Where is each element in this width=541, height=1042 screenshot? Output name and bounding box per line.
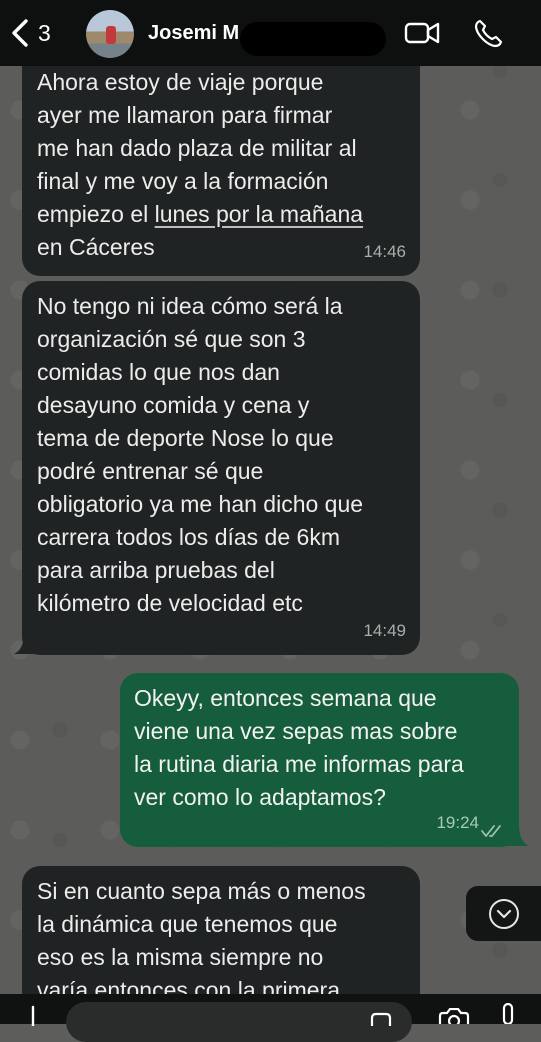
- scroll-to-bottom-button[interactable]: [466, 886, 541, 941]
- message-line: empiezo el lunes por la mañana: [37, 198, 420, 231]
- message-line: Okeyy, entonces semana que: [134, 685, 437, 711]
- message-text: empiezo el: [37, 201, 155, 227]
- contact-name[interactable]: Josemi M: [148, 22, 239, 45]
- message-bubble-incoming[interactable]: No tengo ni idea cómo será la organizaci…: [22, 281, 420, 655]
- message-line: comidas lo que nos dan: [37, 359, 280, 385]
- message-line: me han dado plaza de militar al: [37, 135, 357, 161]
- message-line: podré entrenar sé que: [37, 458, 264, 484]
- video-call-button[interactable]: [404, 18, 442, 53]
- message-time: 19:24: [436, 813, 479, 832]
- voice-call-button[interactable]: [472, 18, 504, 55]
- date-link[interactable]: lunes por la mañana: [155, 201, 363, 227]
- camera-icon[interactable]: [437, 1008, 471, 1024]
- chat-header: 3 Josemi M: [0, 0, 541, 66]
- bubble-tail: [14, 632, 40, 654]
- phone-icon: [474, 19, 503, 48]
- message-line: ayer me llamaron para firmar: [37, 102, 333, 128]
- message-line: desayuno comida y cena y: [37, 392, 310, 418]
- message-time: 14:49: [363, 621, 406, 640]
- message-line: carrera todos los días de 6km: [37, 524, 340, 550]
- back-button[interactable]: 3: [10, 18, 51, 48]
- message-bubble-outgoing[interactable]: Okeyy, entonces semana que viene una vez…: [120, 673, 519, 847]
- read-ticks-icon: [481, 825, 501, 837]
- message-line: obligatorio ya me han dicho que: [37, 491, 364, 517]
- scroll-down-icon: [489, 899, 519, 929]
- message-line: tema de deporte Nose lo que: [37, 425, 334, 451]
- message-line: eso es la misma siempre no: [37, 944, 324, 970]
- back-chevron-icon: [12, 19, 28, 47]
- message-line: No tengo ni idea cómo será la: [37, 293, 343, 319]
- redaction-block: [240, 22, 386, 56]
- microphone-icon[interactable]: [500, 1002, 516, 1024]
- add-icon[interactable]: [22, 1004, 44, 1026]
- message-line: organización sé que son 3: [37, 326, 306, 352]
- unread-count: 3: [38, 19, 51, 46]
- message-bubble-incoming[interactable]: Ahora estoy de viaje porque ayer me llam…: [22, 52, 420, 276]
- message-line: viene una vez sepas mas sobre: [134, 718, 458, 744]
- avatar[interactable]: [86, 10, 134, 58]
- message-line: final y me voy a la formación: [37, 168, 329, 194]
- bubble-tail: [503, 824, 529, 846]
- message-input[interactable]: [66, 1002, 412, 1042]
- message-line: Si en cuanto sepa más o menos: [37, 878, 366, 904]
- message-line: la dinámica que tenemos que: [37, 911, 338, 937]
- video-call-icon: [404, 22, 440, 44]
- message-line: la rutina diaria me informas para: [134, 751, 464, 777]
- message-time: 14:46: [363, 242, 406, 261]
- message-line: Ahora estoy de viaje porque: [37, 69, 324, 95]
- message-line: para arriba pruebas del: [37, 557, 275, 583]
